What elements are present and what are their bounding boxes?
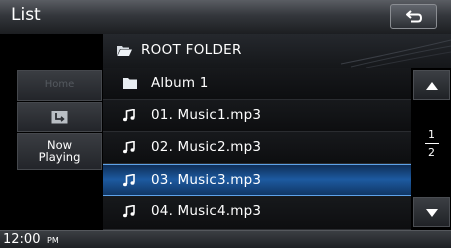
scroll-down-button[interactable] (413, 197, 450, 227)
clock-ampm: PM (47, 236, 59, 245)
list-item-label: 02. Music2.mp3 (151, 139, 262, 155)
total-pages: 2 (428, 146, 435, 159)
list-item-label: 03. Music3.mp3 (151, 172, 262, 188)
now-playing-button[interactable]: Now Playing (17, 133, 102, 170)
file-list: Album 1 01. Music1.mp3 02. Music2.mp3 03… (103, 68, 411, 230)
back-arrow-icon (406, 10, 423, 23)
screen-title: List (11, 5, 41, 25)
parent-folder-button[interactable] (17, 102, 102, 132)
triangle-down-icon (426, 209, 438, 217)
folder-icon (123, 78, 137, 89)
now-playing-label-line2: Playing (38, 150, 81, 164)
list-scroller: 1 2 (411, 68, 451, 230)
open-folder-icon (117, 46, 132, 56)
music-note-icon (123, 109, 135, 122)
list-item[interactable]: 02. Music2.mp3 (103, 132, 411, 164)
status-bar: 12:00 PM (0, 230, 451, 248)
home-button[interactable]: Home (17, 70, 102, 101)
music-note-icon (123, 141, 135, 154)
back-button[interactable] (390, 4, 437, 29)
current-folder-header: ROOT FOLDER (103, 34, 451, 69)
list-item-label: 04. Music4.mp3 (151, 203, 262, 219)
list-item-label: 01. Music1.mp3 (151, 107, 262, 123)
media-list-screen: List ROOT FOLDER Home Now Playing Album … (0, 0, 451, 248)
current-folder-label: ROOT FOLDER (141, 42, 242, 58)
list-item[interactable]: 01. Music1.mp3 (103, 100, 411, 132)
scroll-up-button[interactable] (413, 70, 450, 100)
list-item-selected[interactable]: 03. Music3.mp3 (103, 164, 411, 196)
page-divider (424, 143, 439, 144)
triangle-up-icon (426, 82, 438, 90)
list-item-folder[interactable]: Album 1 (103, 68, 411, 100)
decorative-swirl (340, 39, 451, 68)
page-indicator: 1 2 (413, 128, 450, 159)
side-menu: Home Now Playing (0, 34, 103, 230)
parent-folder-icon (51, 111, 68, 124)
title-bar: List (0, 0, 451, 35)
list-item[interactable]: 04. Music4.mp3 (103, 196, 411, 230)
home-label: Home (44, 79, 75, 90)
current-page: 1 (428, 128, 435, 141)
list-item-label: Album 1 (151, 75, 209, 91)
music-note-icon (123, 205, 135, 218)
music-note-icon (123, 174, 135, 187)
clock-time: 12:00 (3, 232, 41, 247)
